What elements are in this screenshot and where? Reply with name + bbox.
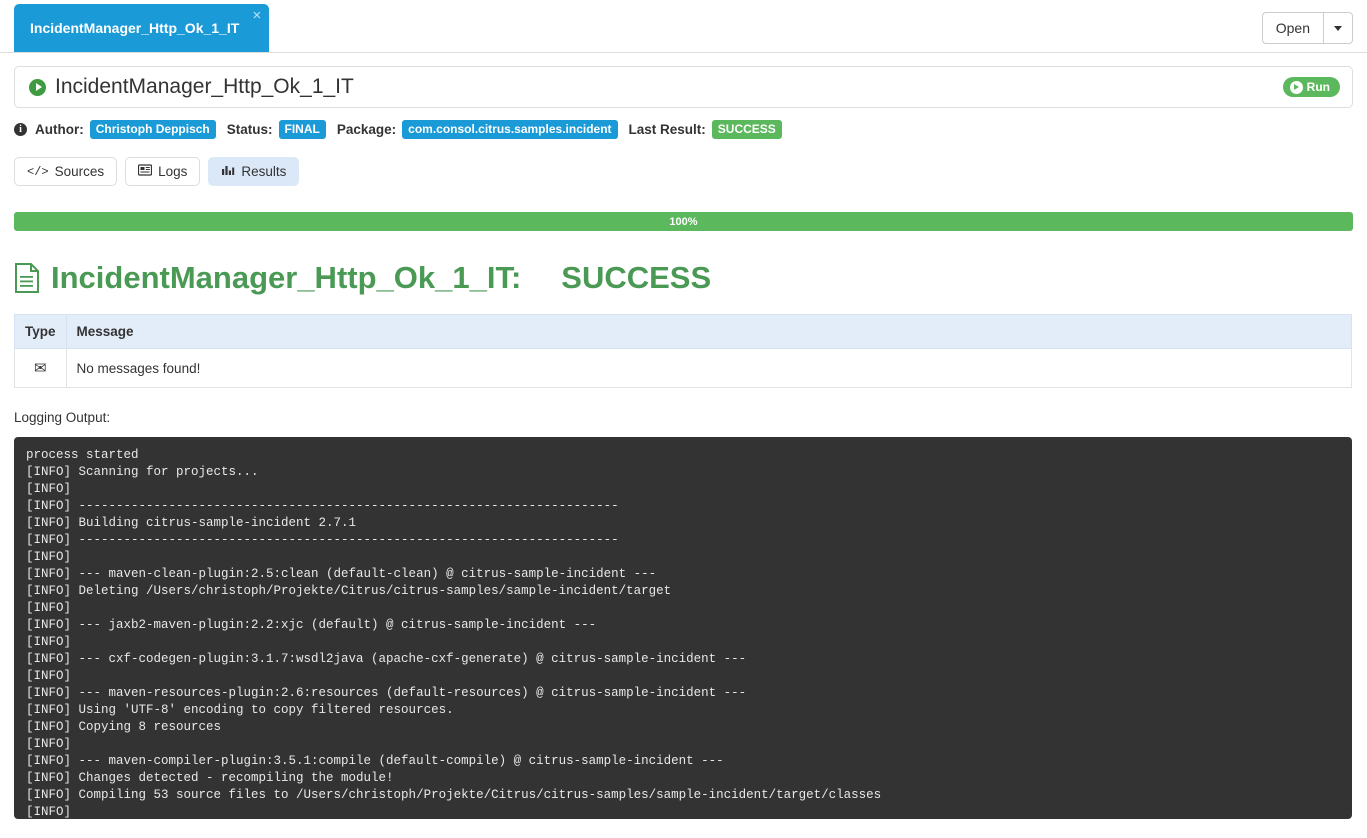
package-label: Package: — [337, 122, 396, 137]
package-badge: com.consol.citrus.samples.incident — [402, 120, 617, 139]
author-label: Author: — [35, 122, 84, 137]
tab-results[interactable]: Results — [208, 157, 299, 186]
page-title: IncidentManager_Http_Ok_1_IT — [55, 75, 354, 99]
chart-icon — [221, 164, 235, 179]
open-button-group: Open — [1262, 12, 1353, 44]
column-header-message: Message — [66, 315, 1351, 349]
run-button[interactable]: Run — [1283, 77, 1340, 97]
test-title-card: IncidentManager_Http_Ok_1_IT Run — [14, 66, 1353, 108]
run-button-label: Run — [1307, 80, 1330, 94]
progress-bar: 100% — [14, 212, 1353, 231]
editor-tab-incidentmanager[interactable]: IncidentManager_Http_Ok_1_IT × — [14, 4, 269, 52]
test-metadata-row: i Author: Christoph Deppisch Status: FIN… — [14, 120, 1353, 139]
last-result-label: Last Result: — [629, 122, 706, 137]
result-heading-status: SUCCESS — [561, 260, 711, 296]
logging-output-console[interactable]: process started [INFO] Scanning for proj… — [14, 437, 1352, 819]
close-icon[interactable]: × — [253, 8, 262, 23]
author-badge: Christoph Deppisch — [90, 120, 216, 139]
tab-bar: IncidentManager_Http_Ok_1_IT × Open — [0, 0, 1367, 53]
messages-table-body: ✉ No messages found! — [15, 349, 1352, 388]
editor-tab-label: IncidentManager_Http_Ok_1_IT — [30, 20, 239, 36]
tab-logs-label: Logs — [158, 164, 187, 179]
status-label: Status: — [227, 122, 273, 137]
last-result-badge: SUCCESS — [712, 120, 782, 139]
document-icon — [14, 263, 40, 293]
info-icon: i — [14, 123, 27, 136]
cell-message: No messages found! — [66, 349, 1351, 388]
view-tabs: </> Sources Logs — [14, 157, 1353, 186]
cell-type: ✉ — [15, 349, 67, 388]
logging-output-label: Logging Output: — [14, 410, 1353, 425]
open-dropdown-toggle[interactable] — [1324, 12, 1353, 44]
column-header-type: Type — [15, 315, 67, 349]
result-heading-name: IncidentManager_Http_Ok_1_IT: — [51, 260, 521, 296]
progress-bar-label: 100% — [669, 216, 697, 228]
chevron-down-icon — [1334, 26, 1342, 31]
messages-table: Type Message ✉ No messages found! — [14, 314, 1352, 388]
table-header-row: Type Message — [15, 315, 1352, 349]
code-icon: </> — [27, 165, 49, 179]
test-title-group: IncidentManager_Http_Ok_1_IT — [29, 75, 354, 99]
tab-sources-label: Sources — [55, 164, 105, 179]
envelope-icon: ✉ — [34, 360, 47, 377]
tab-sources[interactable]: </> Sources — [14, 157, 117, 186]
result-heading: IncidentManager_Http_Ok_1_IT: SUCCESS — [14, 260, 1353, 296]
messages-table-head: Type Message — [15, 315, 1352, 349]
status-badge: FINAL — [279, 120, 326, 139]
news-icon — [138, 164, 152, 179]
tab-logs[interactable]: Logs — [125, 157, 200, 186]
play-circle-icon — [29, 79, 46, 96]
play-icon — [1290, 81, 1303, 94]
tab-results-label: Results — [241, 164, 286, 179]
table-row: ✉ No messages found! — [15, 349, 1352, 388]
open-button[interactable]: Open — [1262, 12, 1324, 44]
